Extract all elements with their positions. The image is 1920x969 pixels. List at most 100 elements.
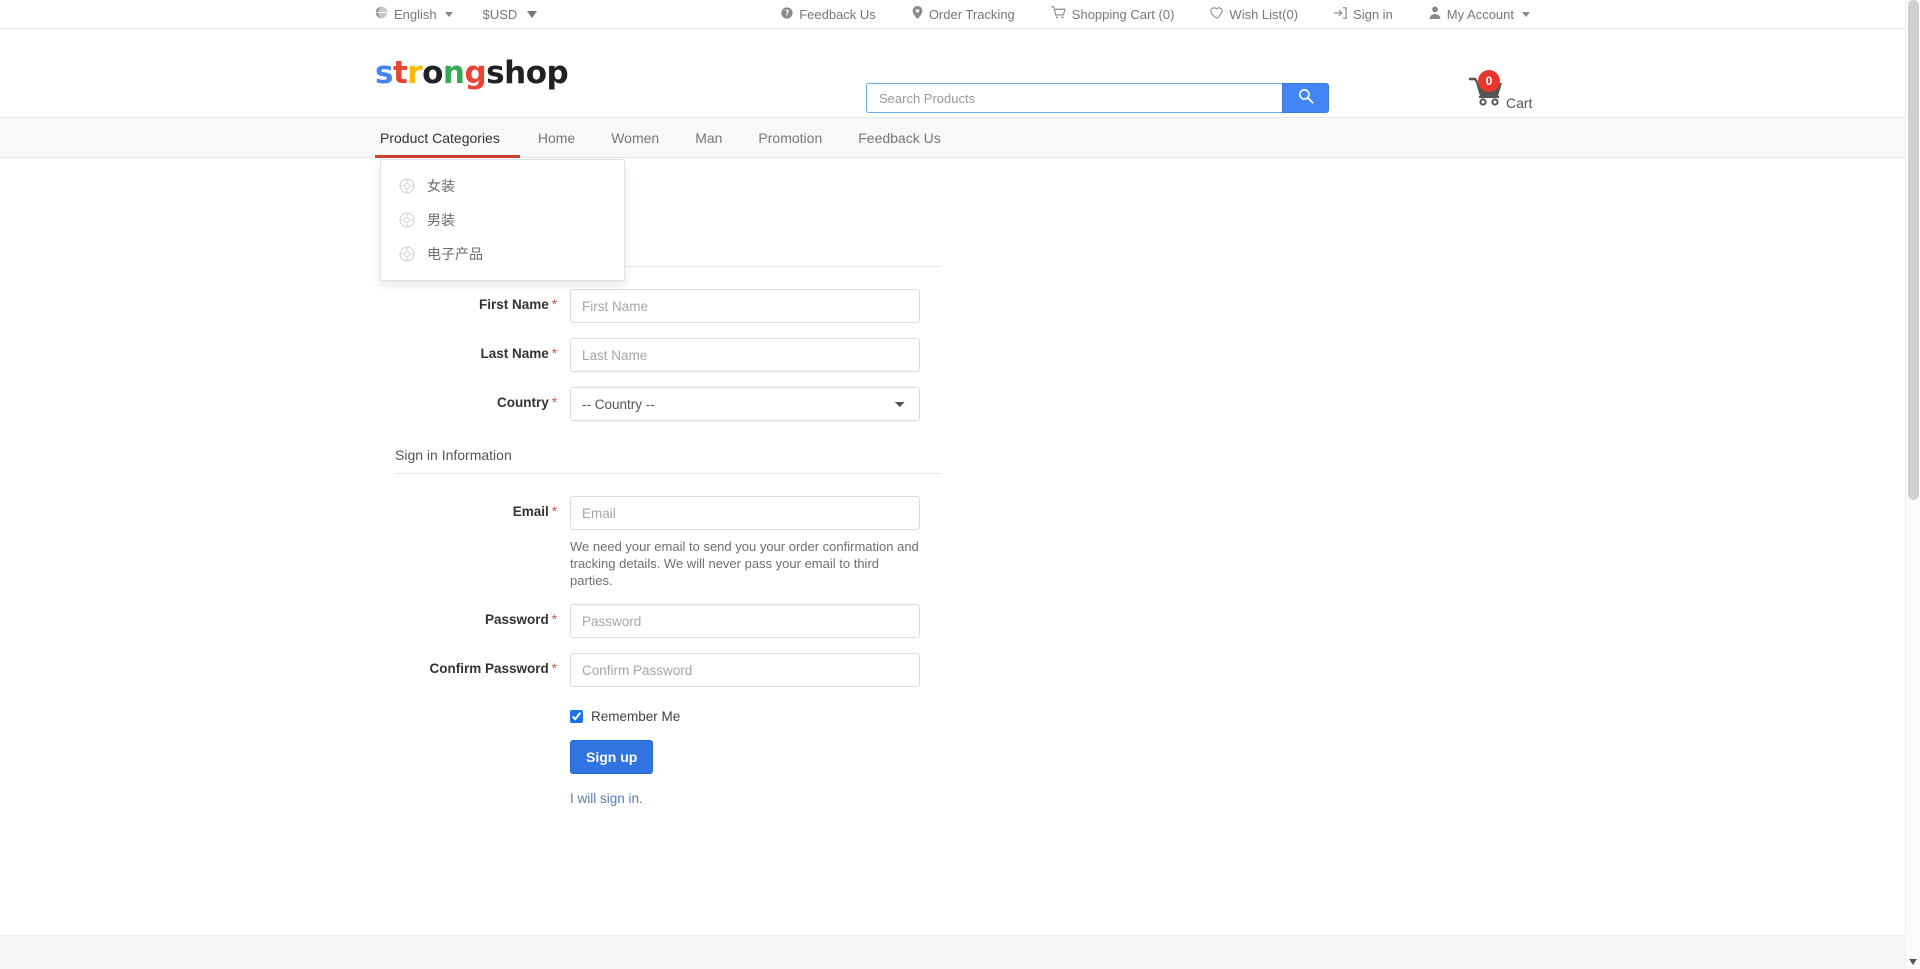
- country-label: Country*: [395, 387, 570, 410]
- caret-down-icon: [527, 11, 537, 18]
- search-icon: [1298, 88, 1314, 109]
- password-label: Password*: [395, 604, 570, 627]
- required-marker: *: [552, 346, 557, 361]
- last-name-label: Last Name *: [395, 338, 570, 361]
- form-row-country: Country* -- Country --: [395, 387, 940, 421]
- dropdown-item-men-clothing[interactable]: 男装: [381, 203, 624, 237]
- shopping-cart-icon: [1051, 6, 1066, 22]
- label-text: Email: [513, 504, 549, 519]
- svg-text:?: ?: [785, 8, 789, 17]
- language-selector[interactable]: English: [375, 6, 453, 22]
- i-will-sign-in-link[interactable]: I will sign in.: [570, 791, 940, 806]
- nav-label: Home: [538, 130, 575, 146]
- logo-letter-0: s: [375, 55, 393, 91]
- shopping-cart-link[interactable]: Shopping Cart (0): [1051, 6, 1175, 22]
- heart-icon: [1210, 7, 1223, 22]
- nav-label: Women: [611, 130, 659, 146]
- order-tracking-link[interactable]: Order Tracking: [912, 6, 1015, 22]
- dropdown-item-electronics[interactable]: 电子产品: [381, 237, 624, 271]
- sign-in-link[interactable]: Sign in: [1334, 7, 1393, 22]
- topbar-right-group: ? Feedback Us Order Tracking Shopping Ca…: [781, 6, 1530, 22]
- dropdown-item-women-clothing[interactable]: 女装: [381, 169, 624, 203]
- currency-selector[interactable]: $USD: [483, 7, 538, 22]
- country-select[interactable]: -- Country --: [570, 387, 920, 421]
- sign-in-label: Sign in: [1353, 7, 1393, 22]
- topbar-left-group: English $USD: [375, 6, 537, 22]
- remember-me-label[interactable]: Remember Me: [591, 709, 680, 724]
- label-text: First Name: [479, 297, 549, 312]
- cart-count-badge: 0: [1478, 70, 1500, 92]
- cart-label: Cart: [1506, 95, 1532, 111]
- category-circle-icon: [399, 212, 415, 228]
- last-name-input[interactable]: [570, 338, 920, 372]
- chevron-down-icon: [445, 12, 453, 17]
- email-help-text: We need your email to send you your orde…: [570, 538, 920, 589]
- question-circle-icon: ?: [781, 7, 793, 22]
- nav-item-product-categories[interactable]: Product Categories: [375, 118, 520, 157]
- my-account-label: My Account: [1447, 7, 1514, 22]
- last-name-control: [570, 338, 940, 372]
- dropdown-item-label: 男装: [427, 210, 455, 230]
- sign-in-icon: [1334, 7, 1347, 22]
- first-name-input[interactable]: [570, 289, 920, 323]
- logo-letter-4: n: [443, 55, 465, 91]
- logo-letter-6: s: [486, 55, 504, 91]
- chevron-down-icon: [1522, 12, 1530, 17]
- country-control: -- Country --: [570, 387, 940, 421]
- feedback-us-link[interactable]: ? Feedback Us: [781, 7, 876, 22]
- required-marker: *: [552, 612, 557, 627]
- nav-item-women[interactable]: Women: [593, 118, 677, 157]
- first-name-control: [570, 289, 940, 323]
- search-button[interactable]: [1282, 83, 1329, 113]
- form-row-email: Email* We need your email to send you yo…: [395, 496, 940, 589]
- nav-item-promotion[interactable]: Promotion: [740, 118, 840, 157]
- nav-label: Feedback Us: [858, 130, 940, 146]
- registration-form: Personal Information First Name* Last Na…: [395, 240, 940, 806]
- form-row-first-name: First Name*: [395, 289, 940, 323]
- vertical-scrollbar[interactable]: [1905, 0, 1920, 969]
- user-icon: [1429, 6, 1441, 22]
- required-marker: *: [552, 661, 557, 676]
- order-tracking-label: Order Tracking: [929, 7, 1015, 22]
- email-input[interactable]: [570, 496, 920, 530]
- label-text: Last Name: [480, 346, 548, 361]
- confirm-password-input[interactable]: [570, 653, 920, 687]
- remember-me-checkbox[interactable]: [570, 710, 583, 723]
- scroll-down-arrow-icon[interactable]: [1909, 959, 1917, 965]
- nav-item-home[interactable]: Home: [520, 118, 593, 157]
- confirm-password-label: Confirm Password *: [395, 653, 570, 676]
- password-input[interactable]: [570, 604, 920, 638]
- sign-up-button[interactable]: Sign up: [570, 740, 653, 774]
- wish-list-label: Wish List(0): [1229, 7, 1298, 22]
- page-footer: [0, 935, 1920, 969]
- nav-item-man[interactable]: Man: [677, 118, 740, 157]
- form-row-confirm-password: Confirm Password *: [395, 653, 940, 687]
- location-pin-icon: [912, 6, 923, 22]
- cart-widget[interactable]: 0 Cart: [1468, 75, 1532, 112]
- globe-icon: [375, 6, 388, 22]
- label-text: Confirm Password: [429, 661, 548, 676]
- top-utility-bar: English $USD ? Feedback Us Order Trackin…: [0, 0, 1920, 29]
- site-logo[interactable]: strongshop: [375, 55, 568, 91]
- remember-me-row: Remember Me: [570, 709, 940, 724]
- feedback-us-label: Feedback Us: [799, 7, 876, 22]
- search-input[interactable]: [866, 83, 1282, 113]
- logo-letter-5: g: [464, 55, 486, 91]
- wish-list-link[interactable]: Wish List(0): [1210, 7, 1298, 22]
- password-control: [570, 604, 940, 638]
- first-name-label: First Name*: [395, 289, 570, 312]
- nav-item-feedback-us[interactable]: Feedback Us: [840, 118, 958, 157]
- site-header: strongshop 0 Cart: [0, 29, 1920, 117]
- logo-letter-8: o: [526, 55, 547, 91]
- confirm-password-control: [570, 653, 940, 687]
- dropdown-item-label: 电子产品: [427, 244, 483, 264]
- language-label: English: [394, 7, 437, 22]
- my-account-menu[interactable]: My Account: [1429, 6, 1530, 22]
- main-content: Create an Account Personal Information F…: [0, 158, 1920, 806]
- label-text: Country: [497, 395, 549, 410]
- scrollbar-thumb[interactable]: [1908, 0, 1919, 500]
- logo-letter-2: r: [407, 55, 422, 91]
- section-heading-sign-in-information: Sign in Information: [395, 447, 940, 474]
- form-row-password: Password*: [395, 604, 940, 638]
- required-marker: *: [552, 395, 557, 410]
